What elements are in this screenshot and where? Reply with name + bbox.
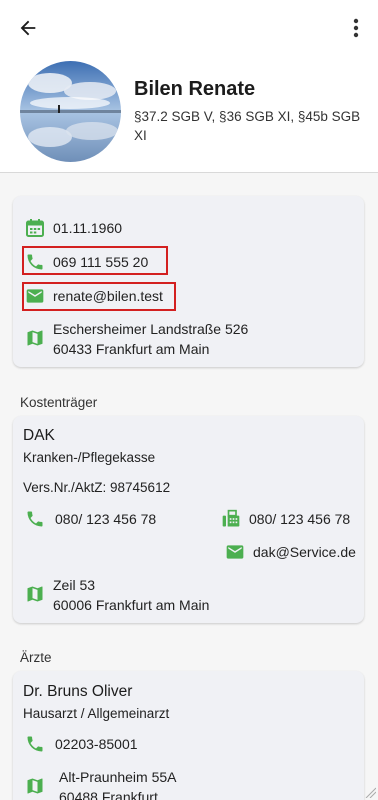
kostentraeger-street: Zeil 53 (53, 577, 96, 593)
aerzte-label: Ärzte (20, 650, 52, 665)
patient-legal-basis: §37.2 SGB V, §36 SGB XI, §45b SGB XI (134, 109, 361, 143)
kostentraeger-phone-text: 080/ 123 456 78 (55, 511, 157, 527)
avatar[interactable] (20, 61, 121, 162)
kostentraeger-name: DAK (23, 427, 55, 444)
arzt-phone-text: 02203-85001 (55, 736, 138, 752)
arzt-address: Alt-Praunheim 55A 60488 Frankfurt (59, 767, 177, 800)
patient-city: 60433 Frankfurt am Main (53, 341, 210, 357)
kostentraeger-address: Zeil 53 60006 Frankfurt am Main (53, 575, 209, 615)
patient-name: Bilen Renate (134, 78, 256, 100)
patient-phone-text: 069 111 555 20 (53, 254, 149, 270)
app-bar (0, 0, 378, 56)
kostentraeger-vers-nr: Vers.Nr./AktZ: 98745612 (23, 480, 171, 495)
more-vert-icon (353, 18, 359, 38)
mail-icon (26, 289, 44, 303)
arzt-phone-row[interactable]: 02203-85001 (25, 734, 138, 754)
birthdate-text: 01.11.1960 (53, 220, 123, 236)
calendar-icon (26, 219, 44, 237)
patient-address-row[interactable]: Eschersheimer Landstraße 526 60433 Frank… (25, 319, 248, 359)
patient-phone-row[interactable]: 069 111 555 20 (25, 252, 148, 272)
arrow-left-icon (20, 20, 36, 36)
kostentraeger-phone-row[interactable]: 080/ 123 456 78 (25, 509, 156, 529)
kostentraeger-type: Kranken-/Pflegekasse (23, 450, 156, 465)
phone-icon (27, 254, 43, 270)
map-icon (27, 330, 43, 346)
kostentraeger-address-row[interactable]: Zeil 53 60006 Frankfurt am Main (25, 575, 209, 615)
arzt-street: Alt-Praunheim 55A (59, 769, 177, 785)
patient-contact-card: 01.11.1960 069 111 555 20 renate@bilen.t… (13, 196, 364, 367)
kostentraeger-card: DAK Kranken-/Pflegekasse Vers.Nr./AktZ: … (13, 416, 364, 623)
patient-email-row[interactable]: renate@bilen.test (25, 286, 163, 306)
back-button[interactable] (14, 14, 42, 42)
arzt-card: Dr. Bruns Oliver Hausarzt / Allgemeinarz… (13, 671, 364, 800)
avatar-photo (20, 61, 121, 162)
more-menu-button[interactable] (344, 14, 368, 42)
arzt-address-row[interactable]: Alt-Praunheim 55A 60488 Frankfurt (25, 767, 177, 800)
kostentraeger-email-text: dak@Service.de (253, 544, 356, 560)
fax-icon (222, 509, 240, 527)
arzt-city: 60488 Frankfurt (59, 789, 158, 800)
phone-icon (27, 736, 43, 752)
kostentraeger-email-row[interactable]: dak@Service.de (225, 542, 356, 562)
kostentraeger-fax-row[interactable]: 080/ 123 456 78 (221, 509, 350, 529)
arzt-role: Hausarzt / Allgemeinarzt (23, 706, 170, 721)
arzt-name: Dr. Bruns Oliver (23, 683, 133, 700)
birthdate-row: 01.11.1960 (25, 218, 122, 238)
patient-address: Eschersheimer Landstraße 526 60433 Frank… (53, 319, 248, 359)
map-icon (27, 586, 43, 602)
header-divider (0, 172, 378, 173)
mail-icon (226, 545, 244, 559)
patient-street: Eschersheimer Landstraße 526 (53, 321, 249, 337)
patient-header: Bilen Renate §37.2 SGB V, §36 SGB XI, §4… (0, 56, 378, 172)
patient-email-text: renate@bilen.test (53, 288, 163, 304)
kostentraeger-fax-text: 080/ 123 456 78 (249, 511, 351, 527)
phone-icon (27, 511, 43, 527)
map-icon (27, 778, 43, 794)
resize-grip-icon (365, 787, 376, 798)
kostentraeger-city: 60006 Frankfurt am Main (53, 597, 210, 613)
kostentraeger-label: Kostenträger (20, 395, 98, 410)
